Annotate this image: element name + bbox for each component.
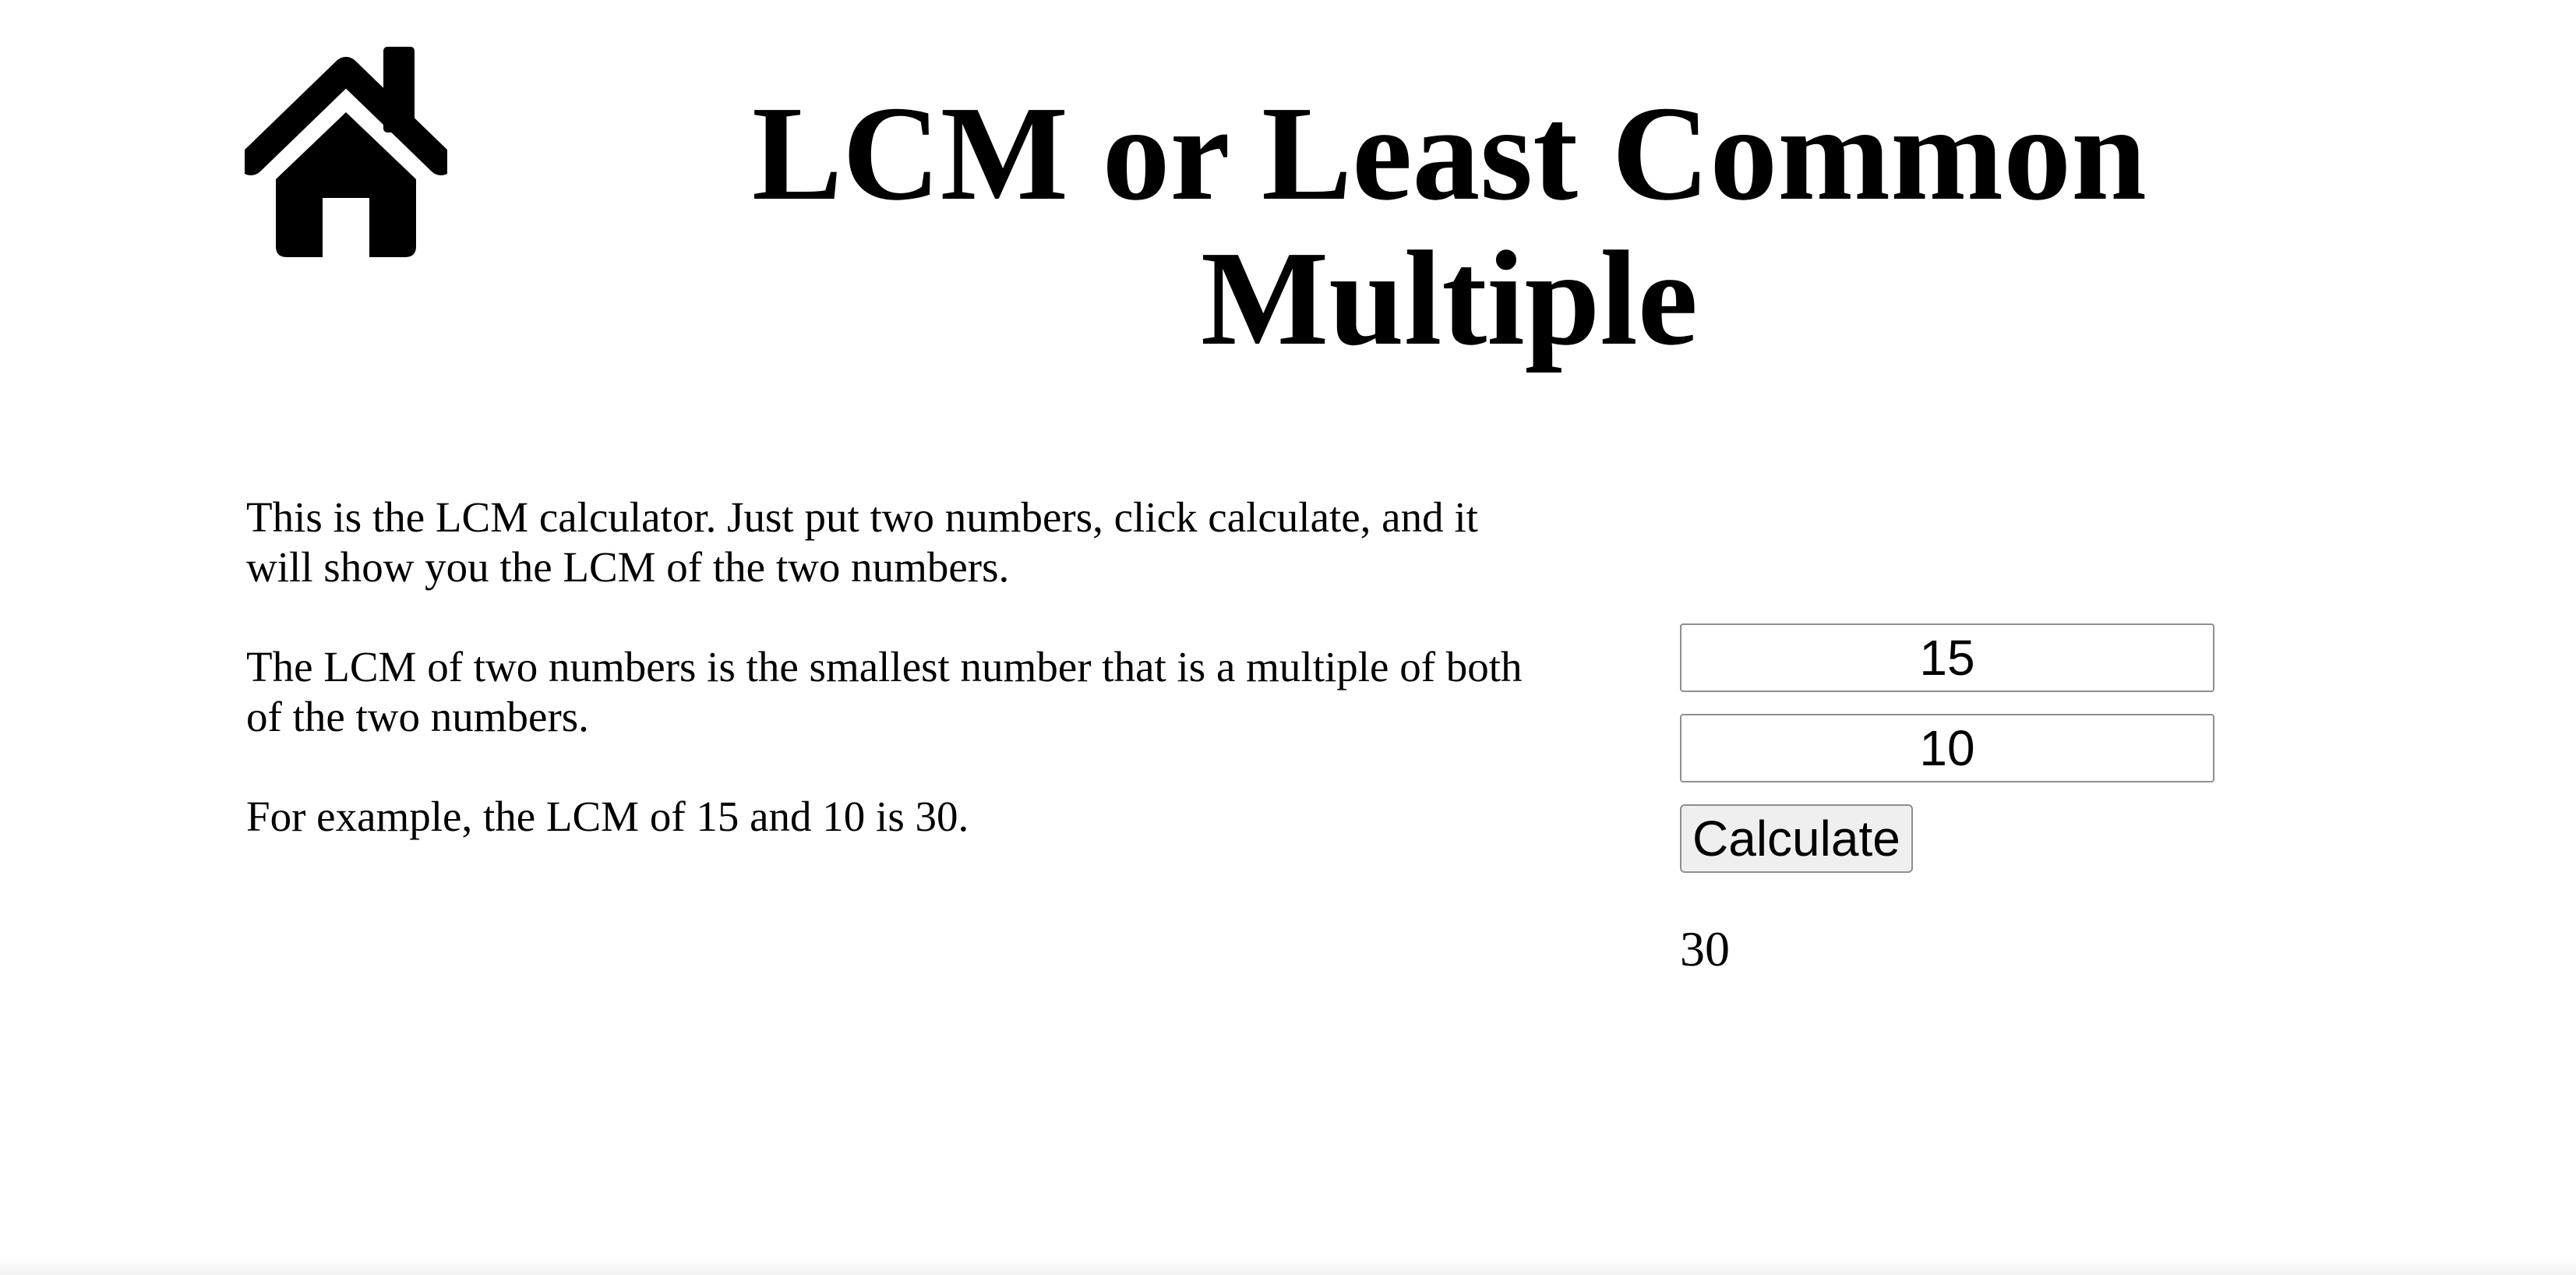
lcm-page: LCM or Least Common Multiple This is the…: [0, 0, 2576, 1275]
page-title: LCM or Least Common Multiple: [752, 78, 2147, 373]
second-number-input[interactable]: [1680, 714, 2214, 782]
home-link[interactable]: [245, 45, 447, 257]
lcm-calculator: Calculate 30: [1680, 623, 2218, 979]
intro-paragraph-definition: The LCM of two numbers is the smallest n…: [246, 643, 1523, 740]
intro-paragraph-example: For example, the LCM of 15 and 10 is 30.: [246, 793, 969, 840]
lcm-result: 30: [1680, 921, 1730, 977]
intro-text: This is the LCM calculator. Just put two…: [246, 493, 1540, 892]
calculate-button[interactable]: Calculate: [1680, 804, 1913, 873]
first-number-input[interactable]: [1680, 623, 2214, 692]
house-icon: [245, 47, 447, 257]
bottom-shade: [0, 1258, 2576, 1275]
intro-paragraph-description: This is the LCM calculator. Just put two…: [246, 493, 1478, 591]
